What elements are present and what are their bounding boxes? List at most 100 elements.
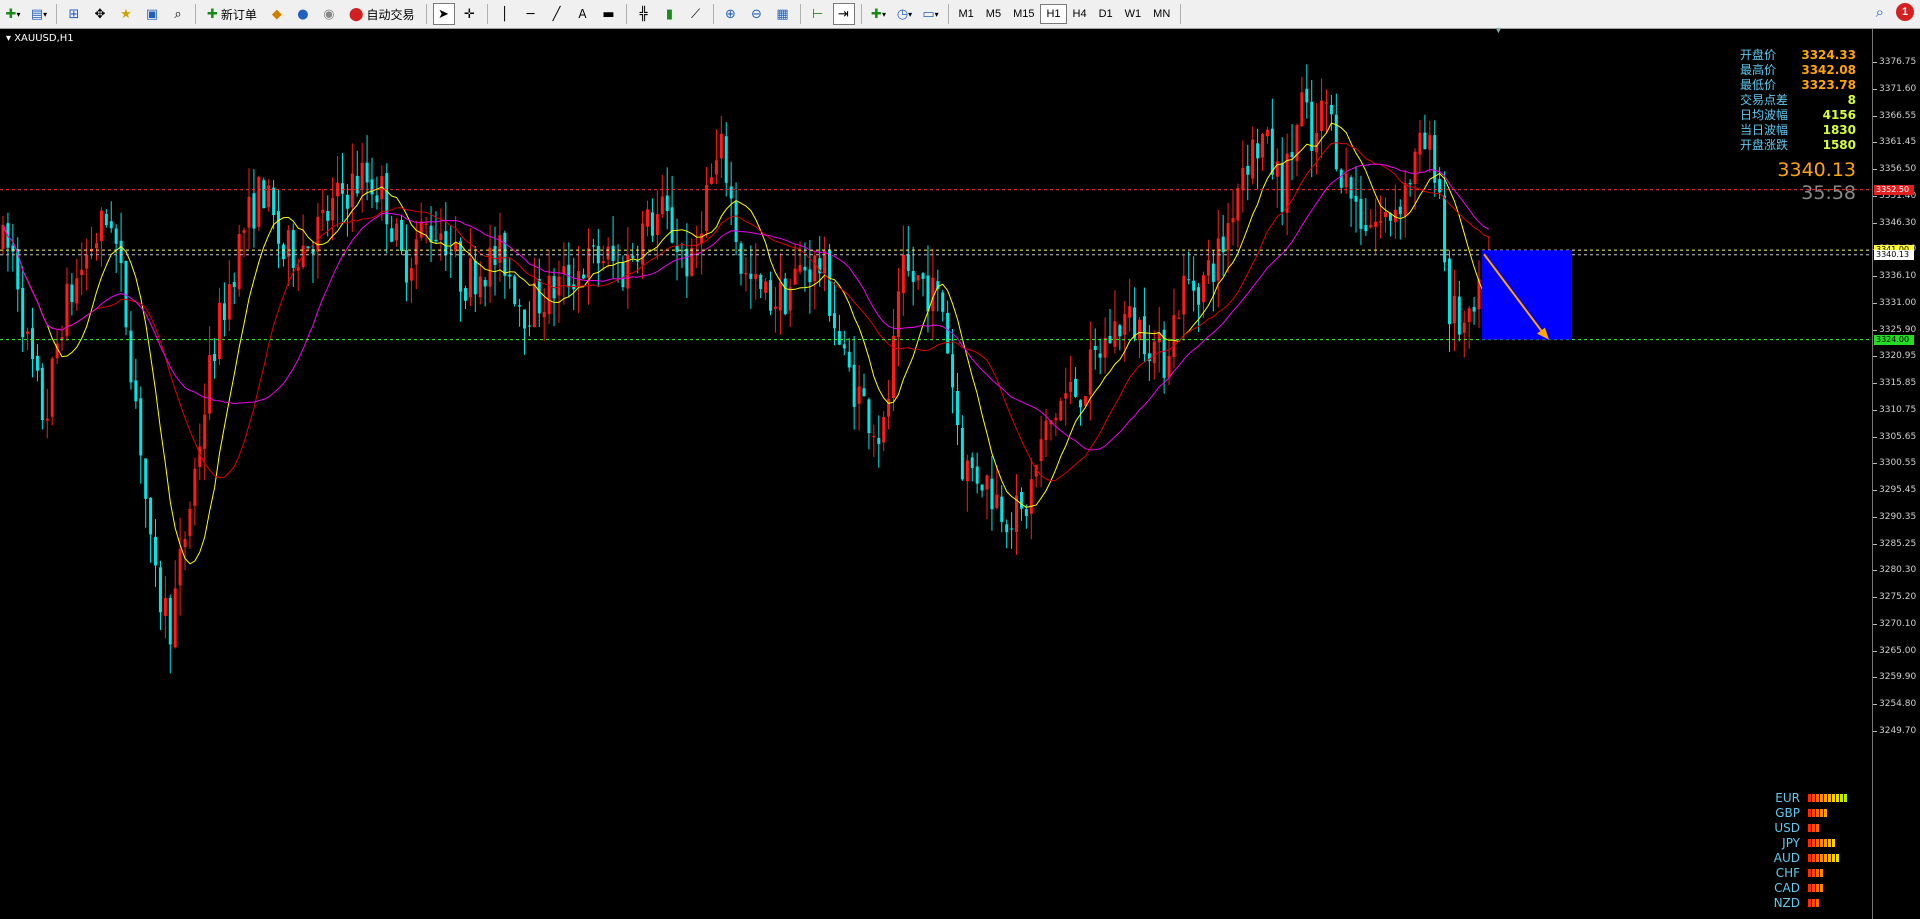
candle-body [1024,509,1028,516]
chart-shift-marker-icon[interactable]: ▼ [1494,25,1503,35]
candle-body [65,283,69,336]
terminal-button[interactable]: ▣ [141,3,163,25]
notification-badge[interactable]: 1 [1896,3,1914,21]
timeframe-selector: M1 M5 M15 H1 H4 D1 W1 MN [953,4,1177,24]
vertical-line-button[interactable]: │ [494,3,516,25]
metaeditor-button[interactable]: ◆ [266,3,288,25]
data-window-button[interactable]: ✥ [89,3,111,25]
timeframe-d1-button[interactable]: D1 [1093,4,1119,24]
timeframe-h4-button[interactable]: H4 [1067,4,1093,24]
timeframe-mn-button[interactable]: MN [1147,4,1176,24]
currency-strength-row: GBP [1756,805,1866,820]
candle-body [70,284,74,303]
candle-body [473,260,477,295]
templates-button[interactable]: ▭ ▾ [920,3,942,25]
horizontal-line-button[interactable]: ─ [520,3,542,25]
candle-body [960,427,964,480]
candle-body [26,331,30,334]
candle-body [1133,307,1137,339]
auto-trading-button[interactable]: ⬤ 自动交易 [344,3,420,25]
axis-tick [1873,88,1877,90]
timeframe-m15-button[interactable]: M15 [1007,4,1040,24]
candle-body [227,284,231,320]
cursor-tool-button[interactable]: ➤ [432,3,455,25]
market-watch-button[interactable]: ⊞ [63,3,85,25]
info-value: 4156 [1822,108,1856,122]
timeframe-m1-button[interactable]: M1 [953,4,980,24]
axis-tick [1873,62,1877,63]
axis-tick [1873,570,1877,572]
toolbar-right: ⌕ 1 [1876,3,1914,21]
timeframe-m5-button[interactable]: M5 [980,4,1007,24]
candle-body [188,508,192,537]
candle-body [296,267,300,271]
info-row: 最低价 3323.78 [1740,78,1856,93]
chart-shift-button[interactable]: ⊢ [807,3,829,25]
timeframe-h1-button[interactable]: H1 [1040,4,1067,24]
signals-button[interactable]: ◉ [318,3,340,25]
new-order-label: 新订单 [220,7,257,22]
strength-bar [1812,868,1815,877]
strength-bars [1808,838,1835,847]
candle-body [557,276,561,296]
profiles-button[interactable]: ▤ ▾ [28,3,50,25]
timeframe-w1-button[interactable]: W1 [1119,4,1148,24]
strategy-tester-button[interactable]: ⌕ [167,3,189,25]
people-icon: ● [297,6,309,22]
info-value: 3323.78 [1801,78,1856,92]
vertical-line-icon: │ [500,6,509,22]
price-chart[interactable]: ▾ XAUUSD,H1 ▼ 开盘价 3324.33 最高价 3342.08 最低价 332… [0,25,1920,919]
line-chart-button[interactable]: ⟋ [685,3,707,25]
new-order-button[interactable]: ✚ 新订单 [202,3,262,25]
candle-body [247,196,251,228]
strength-bar [1824,808,1827,817]
navigator-button[interactable]: ★ [115,3,137,25]
tile-windows-button[interactable]: ▦ [772,3,794,25]
bar-chart-button[interactable]: ╬ [633,3,655,25]
strength-bar [1816,868,1819,877]
price-tag-resistance: 3352.50 [1874,184,1914,195]
strength-bars [1808,793,1847,802]
strength-bar [1820,883,1823,892]
candle-body [203,414,207,449]
candle-body [1019,491,1023,509]
label-icon: ▬ [602,6,615,22]
candle-body [582,274,586,279]
candle-body [901,254,905,294]
indicators-button[interactable]: ✚ ▾ [868,3,890,25]
candle-body [1339,169,1343,188]
periods-button[interactable]: ◷ ▾ [894,3,916,25]
community-button[interactable]: ● [292,3,314,25]
candle-body [1093,345,1097,351]
candle-body [272,187,276,215]
strength-bar [1820,868,1823,877]
axis-tick [1873,195,1877,197]
chart-canvas [0,64,1872,674]
candle-body [1152,341,1156,364]
search-icon[interactable]: ⌕ [1876,4,1884,21]
candle-body [586,248,590,278]
auto-scroll-button[interactable]: ⇥ [832,3,855,25]
candlestick-chart-button[interactable]: ▮ [659,3,681,25]
candle-body [217,302,221,360]
crosshair-tool-button[interactable]: ✛ [459,3,481,25]
zoom-in-button[interactable]: ⊕ [720,3,742,25]
text-tool-button[interactable]: A [572,3,594,25]
axis-tick [1873,597,1877,598]
axis-tick [1873,490,1877,491]
candle-body [340,183,344,194]
label-tool-button[interactable]: ▬ [598,3,620,25]
candle-body [1315,132,1319,153]
candle-body [1098,353,1102,358]
candle-body [370,179,374,195]
candle-body [109,221,113,229]
strength-bars [1808,868,1823,877]
zoom-out-button[interactable]: ⊖ [746,3,768,25]
candle-body [222,303,226,320]
candle-body [1354,195,1358,202]
trendline-button[interactable]: ╱ [546,3,568,25]
current-price: 3340.13 [1777,159,1856,181]
candle-body [459,241,463,292]
new-chart-button[interactable]: ✚ ▾ [2,3,24,25]
price-axis[interactable]: 3376.75 3371.60 3366.55 3361.45 3356.50 3351.… [1872,29,1920,919]
